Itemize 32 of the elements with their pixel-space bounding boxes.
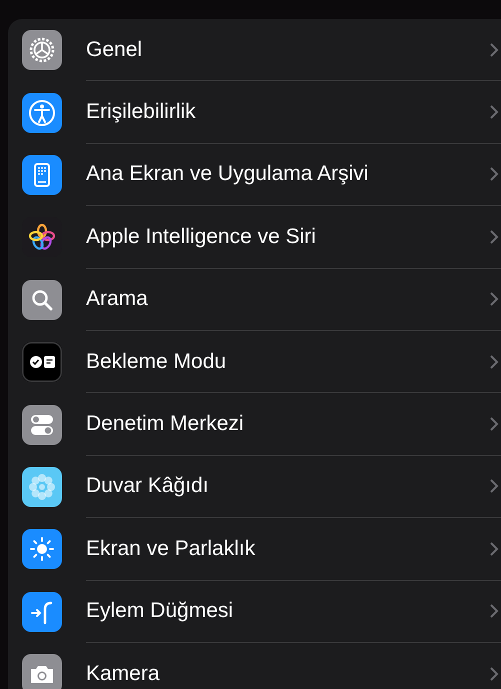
chevron-icon xyxy=(489,228,499,245)
chevron-icon xyxy=(489,478,499,494)
settings-icon xyxy=(22,30,62,70)
settings-item[interactable]: Denetim Merkezi xyxy=(86,412,489,436)
chevron-icon xyxy=(489,354,499,370)
settings-item[interactable]: Erişilebilirlik xyxy=(86,100,489,124)
chevron-icon xyxy=(489,104,499,120)
settings-item[interactable]: Ekran ve Parlaklık xyxy=(86,536,489,561)
settings-item[interactable]: Duvar Kâğıdı xyxy=(86,474,489,498)
accessibility-icon xyxy=(22,92,62,133)
chevron-icon xyxy=(489,291,499,308)
chevron-icon xyxy=(489,603,499,620)
homescreen-icon xyxy=(22,154,62,195)
action-icon xyxy=(22,592,62,632)
settings-item[interactable]: Kamera xyxy=(86,662,489,686)
chevron-icon xyxy=(489,416,499,432)
settings-item[interactable]: Ana Ekran ve Uygulama Arşivi xyxy=(86,162,489,186)
chevron-icon xyxy=(489,540,499,557)
camera-icon xyxy=(22,654,62,689)
toggles-icon xyxy=(22,404,62,445)
settings-item[interactable]: Eylem Düğmesi xyxy=(86,599,489,624)
chevron-icon xyxy=(489,166,499,182)
settings-item[interactable]: Apple Intelligence ve Siri xyxy=(86,224,489,249)
search-icon xyxy=(22,280,62,320)
chevron-icon xyxy=(489,42,499,58)
settings-item[interactable]: Bekleme Modu xyxy=(86,350,489,374)
flower-icon xyxy=(22,466,62,507)
sun-icon xyxy=(22,529,62,570)
chevron-icon xyxy=(489,666,499,682)
settings-item[interactable]: Genel xyxy=(86,38,489,62)
standby-icon xyxy=(22,342,62,382)
settings-item[interactable]: Arama xyxy=(86,287,489,312)
